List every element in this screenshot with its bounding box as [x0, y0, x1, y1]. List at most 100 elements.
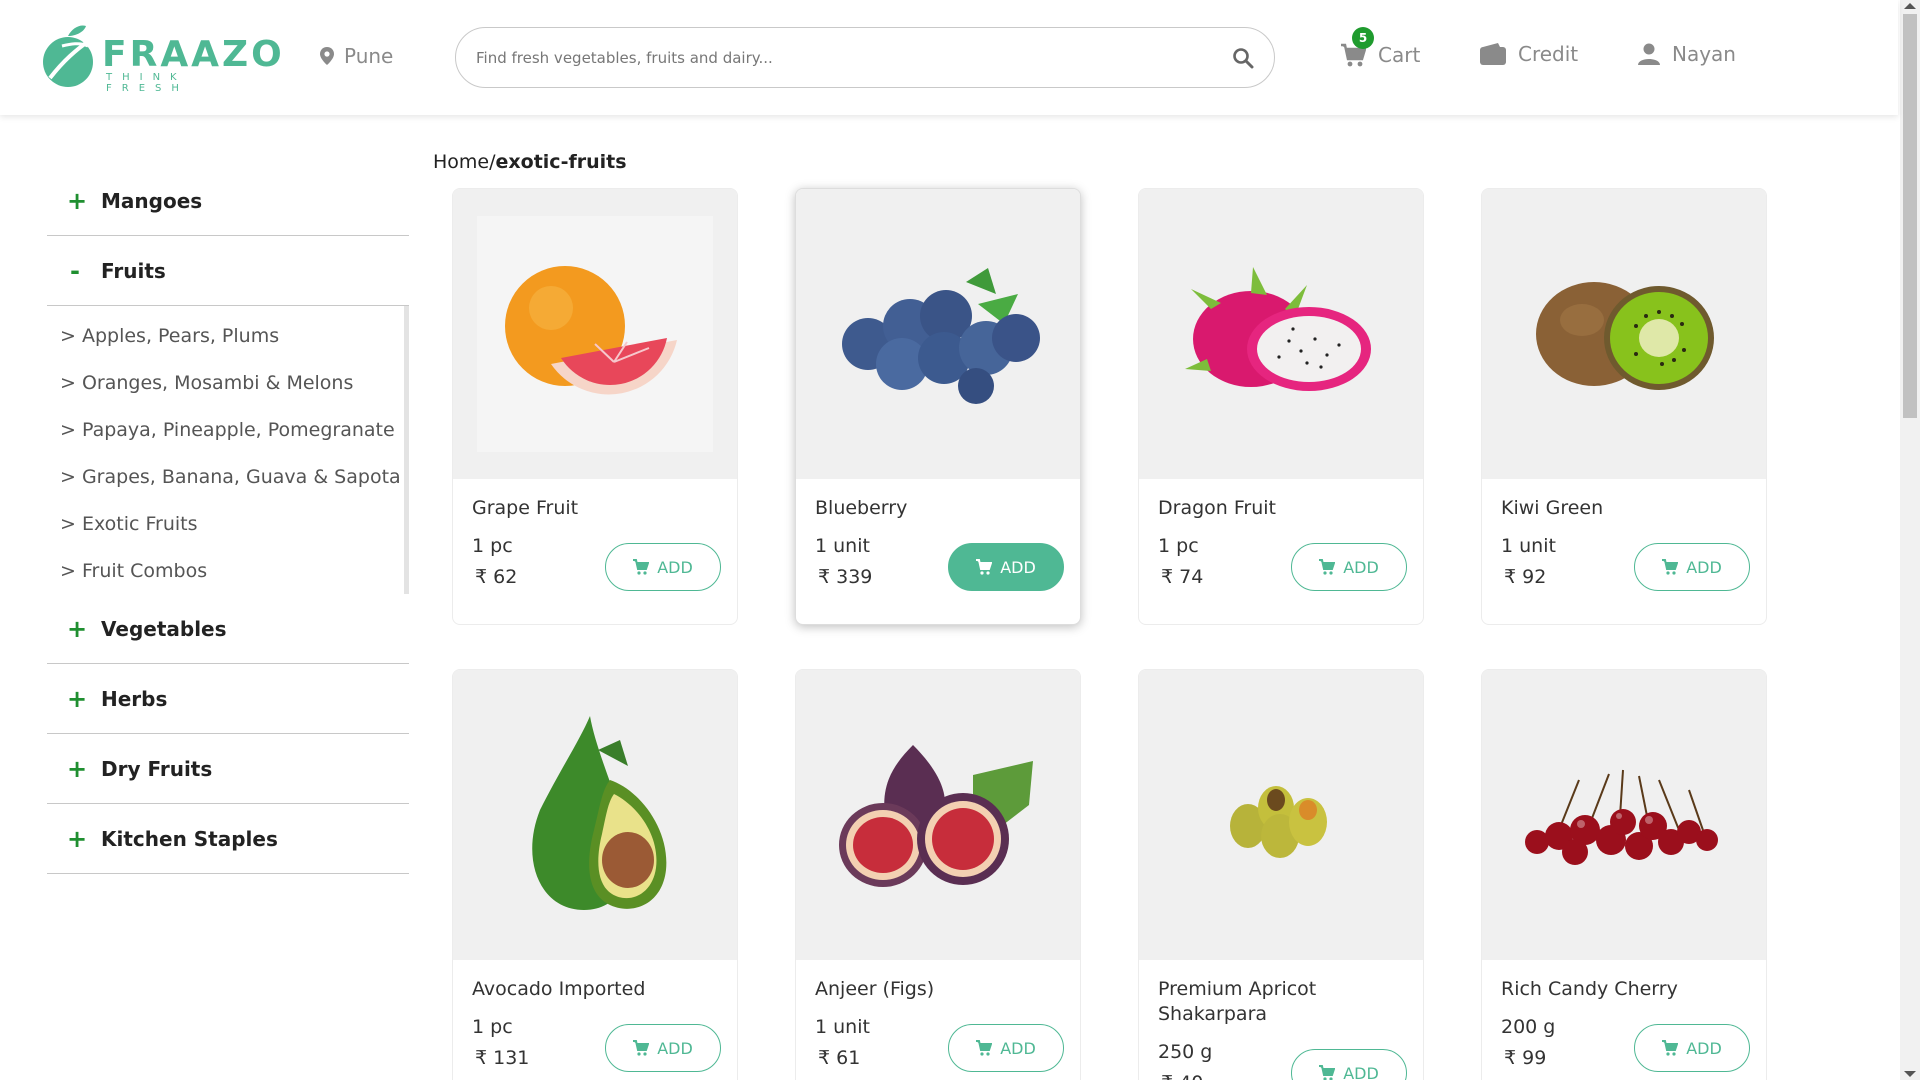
- cart-icon: [976, 559, 993, 575]
- search-bar[interactable]: [455, 27, 1275, 88]
- search-input[interactable]: [476, 48, 1232, 67]
- product-card[interactable]: Avocado Imported 1 pc ₹ 131 ADD: [452, 669, 738, 1080]
- add-button-label: ADD: [1343, 1063, 1379, 1080]
- product-name: Rich Candy Cherry: [1501, 978, 1678, 1000]
- subcategory-papaya-pineapple-pomegranate[interactable]: > Papaya, Pineapple, Pomegranate: [47, 406, 404, 453]
- cart-icon: [1662, 1040, 1679, 1056]
- page-scrollbar[interactable]: [1900, 0, 1920, 1080]
- search-icon[interactable]: [1232, 47, 1254, 69]
- add-to-cart-button[interactable]: ADD: [1634, 543, 1750, 591]
- add-to-cart-button[interactable]: ADD: [1291, 543, 1407, 591]
- category-label: Dry Fruits: [101, 756, 213, 781]
- subcategory-exotic-fruits[interactable]: > Exotic Fruits: [47, 500, 404, 547]
- product-price: ₹ 61: [818, 1047, 861, 1069]
- subcategory-grapes-banana-guava-sapota[interactable]: > Grapes, Banana, Guava & Sapota: [47, 453, 404, 500]
- product-image-cherry[interactable]: [1482, 670, 1766, 960]
- product-image-grapefruit[interactable]: [453, 189, 737, 479]
- scrollbar-thumb[interactable]: [1903, 14, 1917, 418]
- add-button-label: ADD: [1343, 557, 1379, 577]
- scroll-down-arrow-icon[interactable]: [1904, 1071, 1916, 1077]
- product-unit: 1 unit: [815, 1016, 870, 1038]
- product-unit: 1 pc: [472, 535, 513, 557]
- add-to-cart-button[interactable]: ADD: [1291, 1049, 1407, 1080]
- avocado-image: [532, 716, 667, 910]
- category-herbs[interactable]: + Herbs: [47, 664, 409, 734]
- fraazo-logo[interactable]: FRAAZO THINK FRESH: [40, 20, 282, 94]
- product-unit: 250 g: [1158, 1041, 1213, 1063]
- cart-icon: [1319, 1065, 1336, 1080]
- location-selector[interactable]: Pune: [320, 44, 393, 68]
- category-label: Herbs: [101, 686, 168, 711]
- subcategory-oranges-mosambi-melons[interactable]: > Oranges, Mosambi & Melons: [47, 359, 404, 406]
- product-price: ₹ 40: [1161, 1072, 1203, 1080]
- cart-label: Cart: [1378, 43, 1421, 67]
- category-label: Vegetables: [101, 616, 227, 641]
- product-image-figs[interactable]: [796, 670, 1080, 960]
- product-name: Blueberry: [815, 497, 908, 519]
- subcategory-apples-pears-plums[interactable]: > Apples, Pears, Plums: [47, 312, 404, 359]
- category-vegetables[interactable]: + Vegetables: [47, 594, 409, 664]
- product-card[interactable]: Kiwi Green 1 unit ₹ 92 ADD: [1481, 188, 1767, 625]
- product-unit: 1 pc: [1158, 535, 1199, 557]
- scroll-up-arrow-icon[interactable]: [1904, 3, 1916, 9]
- cart-icon: [633, 1040, 650, 1056]
- category-label: Kitchen Staples: [101, 826, 278, 851]
- breadcrumb: Home/exotic-fruits: [433, 151, 627, 173]
- product-card[interactable]: Premium Apricot Shakarpara 250 g ₹ 40 AD…: [1138, 669, 1424, 1080]
- product-card[interactable]: Rich Candy Cherry 200 g ₹ 99 ADD: [1481, 669, 1767, 1080]
- add-button-label: ADD: [657, 1038, 693, 1058]
- user-account-link[interactable]: Nayan: [1638, 42, 1736, 66]
- expand-plus-icon: +: [67, 684, 88, 713]
- expand-plus-icon: +: [67, 824, 88, 853]
- product-image-dragonfruit[interactable]: [1139, 189, 1423, 479]
- cart-icon: [1319, 559, 1336, 575]
- credit-link[interactable]: Credit: [1480, 42, 1578, 66]
- product-image-avocado[interactable]: [453, 670, 737, 960]
- add-to-cart-button[interactable]: ADD: [605, 1024, 721, 1072]
- add-to-cart-button[interactable]: ADD: [605, 543, 721, 591]
- product-image-kiwi[interactable]: [1482, 189, 1766, 479]
- apricot-image: [1230, 786, 1327, 858]
- category-fruits[interactable]: - Fruits: [47, 236, 409, 306]
- add-button-label: ADD: [1000, 557, 1036, 577]
- product-price: ₹ 131: [475, 1047, 530, 1069]
- product-name: Premium Apricot Shakarpara: [1158, 978, 1317, 1025]
- product-price: ₹ 339: [818, 566, 873, 588]
- user-icon: [1638, 43, 1660, 65]
- subcategory-fruit-combos[interactable]: > Fruit Combos: [47, 547, 404, 594]
- credit-label: Credit: [1518, 42, 1579, 66]
- fruits-subcategory-list[interactable]: > Apples, Pears, Plums > Oranges, Mosamb…: [47, 306, 409, 594]
- product-card[interactable]: Anjeer (Figs) 1 unit ₹ 61 ADD: [795, 669, 1081, 1080]
- product-card[interactable]: Dragon Fruit 1 pc ₹ 74 ADD: [1138, 188, 1424, 625]
- add-button-label: ADD: [657, 557, 693, 577]
- category-mangoes[interactable]: + Mangoes: [47, 166, 409, 236]
- product-name: Kiwi Green: [1501, 497, 1604, 519]
- product-name: Avocado Imported: [472, 978, 646, 1000]
- add-to-cart-button[interactable]: ADD: [948, 1024, 1064, 1072]
- cherry-image: [1525, 769, 1718, 865]
- blueberry-image: [842, 268, 1040, 404]
- cart-link[interactable]: 5 Cart: [1340, 27, 1421, 68]
- breadcrumb-home-link[interactable]: Home/: [433, 151, 496, 173]
- product-card[interactable]: Blueberry 1 unit ₹ 339 ADD: [795, 188, 1081, 625]
- category-dry-fruits[interactable]: + Dry Fruits: [47, 734, 409, 804]
- top-header: FRAAZO THINK FRESH Pune 5 Cart: [0, 0, 1898, 115]
- map-pin-icon: [320, 47, 334, 65]
- product-image-apricot[interactable]: [1139, 670, 1423, 960]
- product-unit: 1 unit: [815, 535, 870, 557]
- grapefruit-image: [477, 216, 713, 452]
- wallet-icon: [1480, 43, 1506, 65]
- kiwi-image: [1536, 282, 1714, 390]
- product-price: ₹ 62: [475, 566, 518, 588]
- logo-wordmark: FRAAZO: [102, 34, 285, 75]
- product-card[interactable]: Grape Fruit 1 pc ₹ 62 ADD: [452, 188, 738, 625]
- add-button-label: ADD: [1686, 557, 1722, 577]
- product-image-blueberry[interactable]: [796, 189, 1080, 479]
- cart-count-badge: 5: [1352, 27, 1374, 49]
- add-to-cart-button[interactable]: ADD: [1634, 1024, 1750, 1072]
- cart-icon: [633, 559, 650, 575]
- category-sidebar: + Mangoes - Fruits > Apples, Pears, Plum…: [47, 166, 409, 874]
- category-kitchen-staples[interactable]: + Kitchen Staples: [47, 804, 409, 874]
- breadcrumb-current: exotic-fruits: [495, 151, 627, 173]
- add-to-cart-button[interactable]: ADD: [948, 543, 1064, 591]
